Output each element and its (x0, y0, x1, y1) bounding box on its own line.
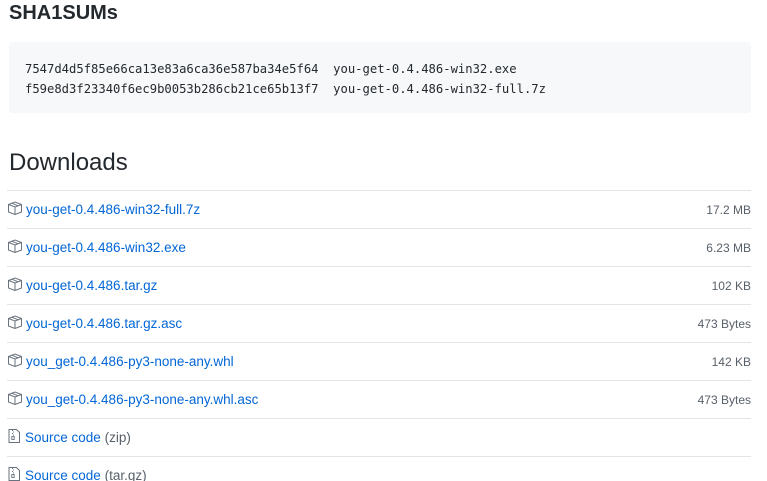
package-icon (7, 201, 23, 215)
file-size: 6.23 MB (706, 241, 751, 255)
source-code-item: Source code (zip) (7, 419, 751, 457)
source-code-label: Source code (25, 468, 101, 481)
download-link[interactable]: you-get-0.4.486.tar.gz.asc (26, 316, 182, 332)
file-size: 102 KB (711, 279, 751, 293)
file-zip-icon (7, 429, 23, 443)
package-icon (7, 391, 23, 405)
package-icon (7, 315, 23, 329)
downloads-heading: Downloads (9, 149, 128, 176)
download-link[interactable]: you-get-0.4.486-win32-full.7z (26, 202, 200, 218)
release-page: SHA1SUMs 7547d4d5f85e66ca13e83a6ca36e587… (0, 0, 767, 481)
download-link[interactable]: you-get-0.4.486-win32.exe (26, 240, 186, 256)
file-size: 473 Bytes (697, 393, 751, 407)
download-item: you_get-0.4.486-py3-none-any.whl.asc 473… (7, 381, 751, 419)
download-link[interactable]: you-get-0.4.486.tar.gz (26, 278, 157, 294)
file-size: 142 KB (711, 355, 751, 369)
source-code-targz-link[interactable]: Source code (tar.gz) (25, 468, 147, 481)
file-zip-icon (7, 467, 23, 481)
sha1sum-line: 7547d4d5f85e66ca13e83a6ca36e587ba34e5f64… (25, 62, 517, 76)
source-code-label: Source code (25, 430, 101, 445)
sha1sum-line: f59e8d3f23340f6ec9b0053b286cb21ce65b13f7… (25, 82, 546, 96)
package-icon (7, 277, 23, 291)
download-item: you-get-0.4.486-win32-full.7z 17.2 MB (7, 191, 751, 229)
file-size: 17.2 MB (706, 203, 751, 217)
download-item: you-get-0.4.486.tar.gz.asc 473 Bytes (7, 305, 751, 343)
download-item: you-get-0.4.486-win32.exe 6.23 MB (7, 229, 751, 267)
sha1sums-heading: SHA1SUMs (9, 2, 118, 24)
download-item: you-get-0.4.486.tar.gz 102 KB (7, 267, 751, 305)
download-link[interactable]: you_get-0.4.486-py3-none-any.whl (26, 354, 234, 370)
sha1sums-code-block: 7547d4d5f85e66ca13e83a6ca36e587ba34e5f64… (9, 42, 751, 113)
source-code-zip-link[interactable]: Source code (zip) (25, 430, 131, 446)
package-icon (7, 353, 23, 367)
source-code-ext: (zip) (104, 430, 131, 445)
downloads-list: you-get-0.4.486-win32-full.7z 17.2 MB yo… (7, 190, 751, 481)
source-code-item: Source code (tar.gz) (7, 457, 751, 481)
download-link[interactable]: you_get-0.4.486-py3-none-any.whl.asc (26, 392, 258, 408)
source-code-ext: (tar.gz) (104, 468, 147, 481)
download-item: you_get-0.4.486-py3-none-any.whl 142 KB (7, 343, 751, 381)
package-icon (7, 239, 23, 253)
file-size: 473 Bytes (697, 317, 751, 331)
